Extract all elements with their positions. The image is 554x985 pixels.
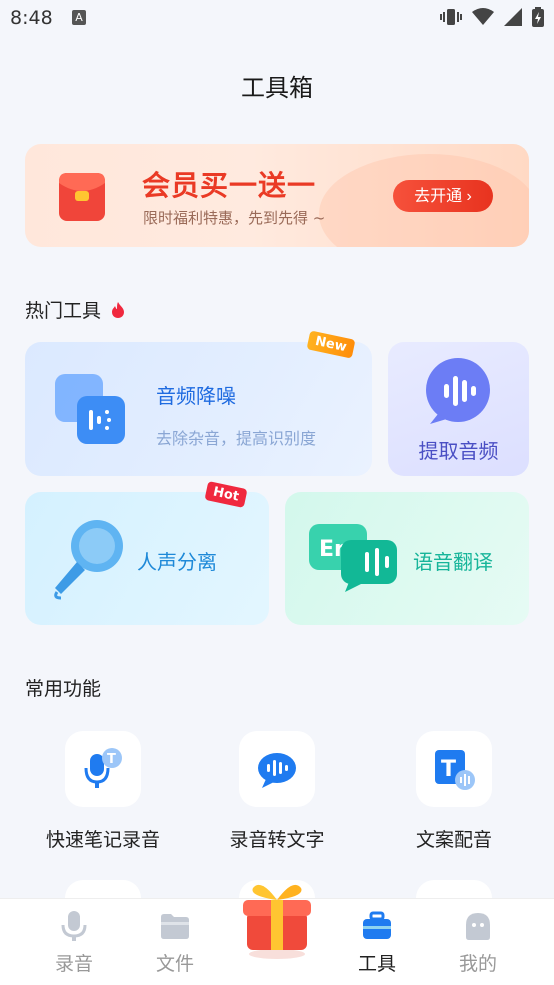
tool-card-vocal-separation[interactable]: 人声分离 [25,492,269,625]
feature-label: 录音转文字 [229,829,325,851]
feature-label: 文案配音 [415,829,492,851]
nav-item-files[interactable]: 文件 [130,911,220,976]
mic-t-icon: T [65,731,141,807]
status-icons [440,7,544,27]
nav-item-profile[interactable]: 我的 [433,911,523,976]
gift-icon[interactable] [241,874,313,960]
notification-icon: A [72,10,86,25]
tool-card-noise-reduction[interactable]: 音频降噪 去除杂音，提高识别度 [25,342,372,476]
translate-icon: En [309,524,397,592]
nav-label: 工具 [357,953,396,975]
card-title: 语音翻译 [413,550,493,574]
banner-subtitle: 限时福利特惠，先到先得 ~ [143,209,326,227]
feature-quick-note[interactable]: T 快速笔记录音 [18,731,188,852]
toolbox-icon [363,911,391,939]
text-voice-icon: T [416,731,492,807]
hot-tools-heading: 热门工具 [25,296,125,323]
feature-speech-to-text[interactable]: 录音转文字 [192,731,362,852]
folder-icon [161,914,189,939]
vip-banner[interactable]: 会员买一送一 限时福利特惠，先到先得 ~ 去开通 › [25,144,529,247]
status-time: 8:48 [10,7,53,29]
fire-icon [112,302,125,318]
microphone-icon [54,520,123,600]
noise-reduction-icon [55,374,125,444]
tool-card-voice-translation[interactable]: En 语音翻译 [285,492,529,625]
vibrate-icon [440,9,462,25]
feature-label: 快速笔记录音 [45,829,160,851]
svg-text:T: T [441,757,456,782]
nav-item-record[interactable]: 录音 [29,911,119,976]
common-heading: 常用功能 [25,678,102,700]
red-envelope-icon [59,173,105,221]
card-title: 音频降噪 [156,384,236,408]
hot-tools-heading-text: 热门工具 [25,300,102,322]
nav-label: 我的 [458,953,497,975]
signal-icon [504,8,522,26]
nav-label: 录音 [54,953,93,975]
card-subtitle: 去除杂音，提高识别度 [156,429,317,448]
banner-title: 会员买一送一 [142,169,317,202]
tool-card-extract-audio[interactable]: 提取音频 [388,342,529,476]
speech-bubble-icon [239,731,315,807]
feature-text-voiceover[interactable]: T 文案配音 [369,731,539,852]
status-bar: 8:48 A [0,0,554,38]
extract-audio-icon [426,358,490,424]
card-title: 提取音频 [418,439,499,463]
wifi-icon [472,8,494,25]
svg-text:T: T [107,752,116,767]
nav-item-tools[interactable]: 工具 [332,911,422,976]
mic-icon [61,911,87,941]
page-title: 工具箱 [241,74,313,102]
card-title: 人声分离 [137,550,217,574]
activate-button[interactable]: 去开通 › [393,180,493,212]
nav-label: 文件 [155,953,194,975]
profile-icon [466,913,490,940]
battery-icon [532,7,544,27]
